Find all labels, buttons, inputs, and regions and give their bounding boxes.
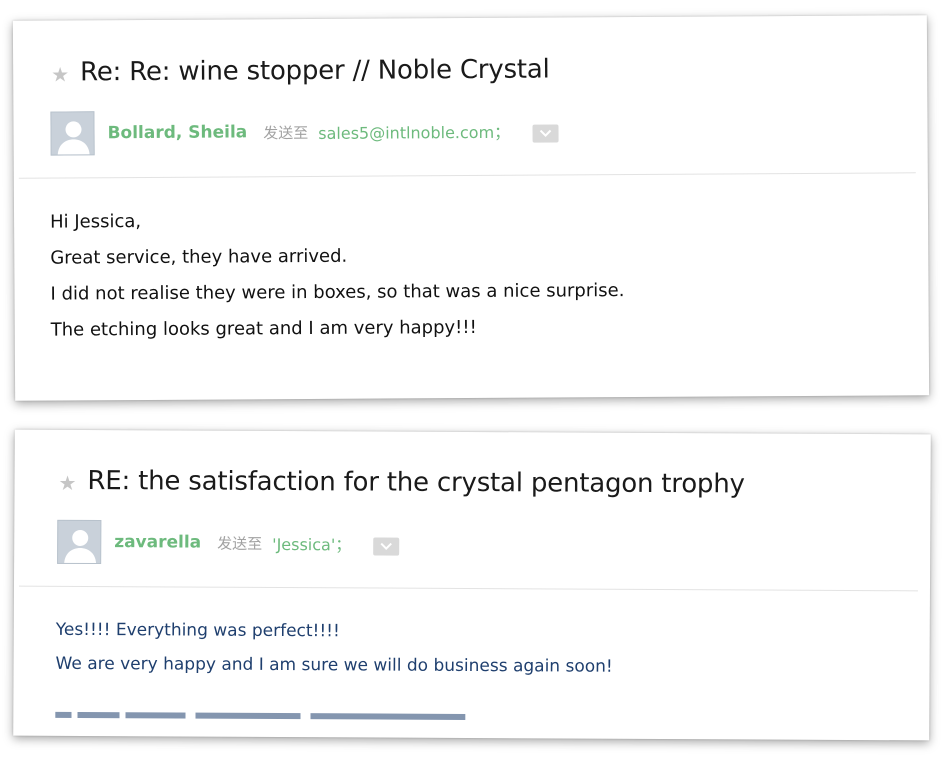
email-subject: Re: Re: wine stopper // Noble Crystal: [80, 54, 550, 88]
default-avatar-icon[interactable]: [57, 519, 102, 565]
sent-to-label: 发送至: [217, 534, 263, 553]
email-card: ★ RE: the satisfaction for the crystal p…: [13, 429, 931, 741]
body-line: Yes!!!! Everything was perfect!!!!: [55, 619, 340, 642]
sender-name[interactable]: Bollard, Sheila: [107, 122, 247, 143]
sent-to-label: 发送至: [263, 123, 309, 142]
clipped-text-line: [55, 711, 466, 720]
sender-row: zavarella 发送至 'Jessica'；: [57, 519, 400, 566]
body-line: Great service, they have arrived.: [50, 245, 348, 269]
recipient-address[interactable]: sales5@intlnoble.com；: [318, 119, 510, 144]
body-line: I did not realise they were in boxes, so…: [50, 280, 625, 305]
sender-name[interactable]: zavarella: [114, 532, 201, 552]
default-avatar-icon[interactable]: [50, 111, 95, 156]
recipient-address[interactable]: 'Jessica'；: [272, 531, 351, 555]
email-card: ★ Re: Re: wine stopper // Noble Crystal …: [12, 15, 930, 401]
header-divider: [18, 172, 916, 179]
email-subject: RE: the satisfaction for the crystal pen…: [87, 465, 745, 500]
body-line: Hi Jessica,: [50, 211, 142, 233]
sender-row: Bollard, Sheila 发送至 sales5@intlnoble.com…: [50, 108, 559, 156]
header-divider: [18, 585, 918, 592]
subject-row: ★ Re: Re: wine stopper // Noble Crystal: [51, 55, 550, 88]
star-icon[interactable]: ★: [58, 471, 76, 495]
body-line: We are very happy and I am sure we will …: [55, 653, 613, 677]
email-body: Yes!!!! Everything was perfect!!!! We ar…: [55, 618, 613, 689]
body-line: The etching looks great and I am very ha…: [50, 316, 477, 341]
email-body: Hi Jessica, Great service, they have arr…: [50, 207, 625, 355]
star-icon[interactable]: ★: [51, 62, 69, 86]
recipients-dropdown-button[interactable]: [373, 537, 400, 556]
subject-row: ★ RE: the satisfaction for the crystal p…: [58, 465, 745, 500]
chevron-down-icon: [539, 129, 551, 137]
chevron-down-icon: [380, 542, 392, 550]
recipients-dropdown-button[interactable]: [532, 124, 559, 143]
